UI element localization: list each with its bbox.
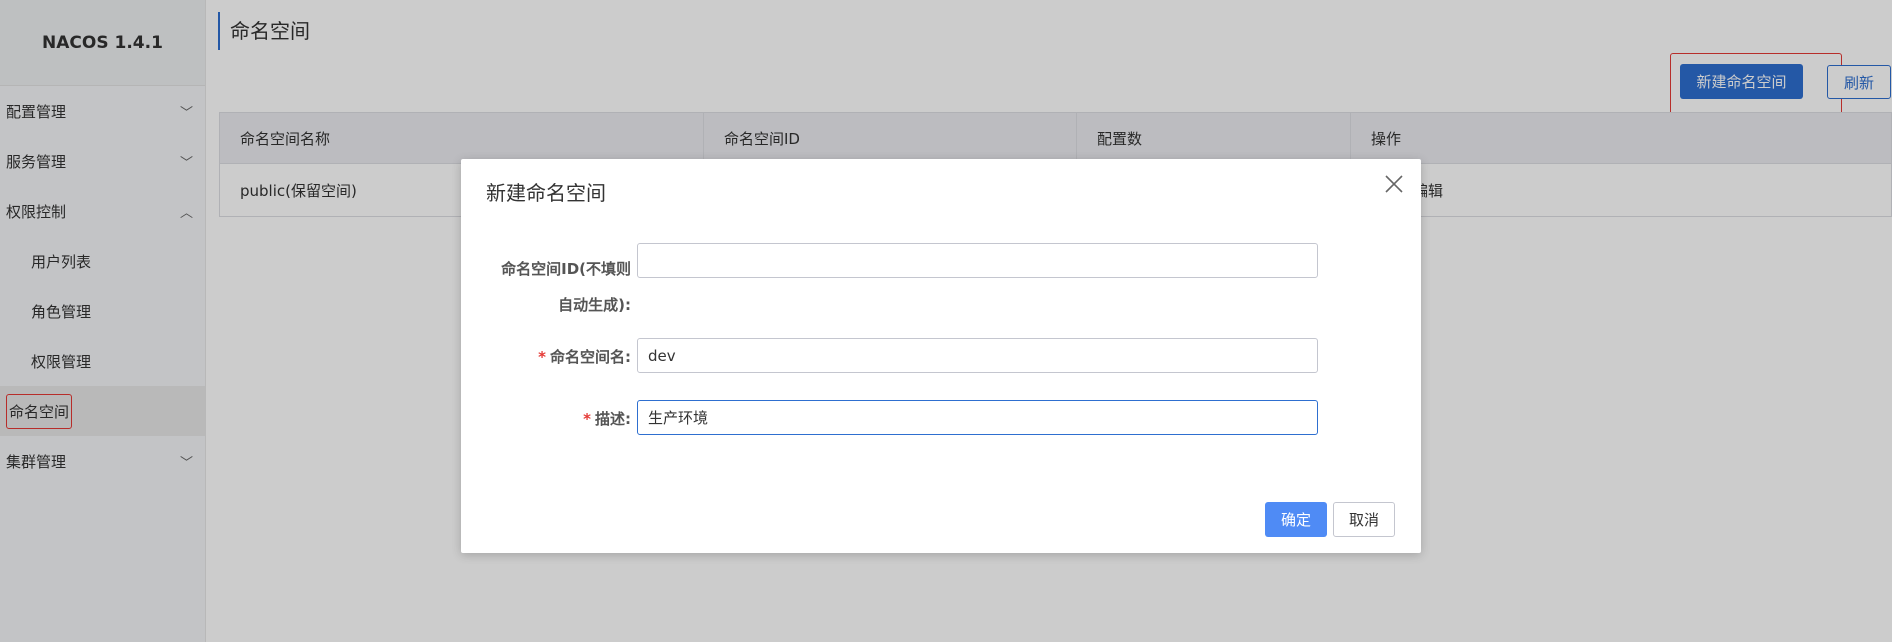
required-mark: * xyxy=(538,348,546,366)
namespace-name-label: * 命名空间名: xyxy=(481,346,631,367)
label-line: 自动生成): xyxy=(558,296,631,314)
new-namespace-dialog: 新建命名空间 命名空间ID(不填则 自动生成): *命名空间名: *描述: 确定… xyxy=(461,159,1421,553)
label-text: 描述: xyxy=(595,410,631,428)
label-text: 命名空间名: xyxy=(550,348,631,366)
namespace-name-input[interactable] xyxy=(637,338,1318,373)
cancel-button[interactable]: 取消 xyxy=(1333,502,1395,537)
namespace-id-label: 命名空间ID(不填则 自动生成): xyxy=(481,251,631,323)
description-input[interactable] xyxy=(637,400,1318,435)
required-mark: * xyxy=(583,410,591,428)
close-icon[interactable] xyxy=(1383,173,1405,195)
namespace-id-input[interactable] xyxy=(637,243,1318,278)
confirm-button[interactable]: 确定 xyxy=(1265,502,1327,537)
dialog-title: 新建命名空间 xyxy=(486,181,606,205)
label-line: 命名空间ID(不填则 xyxy=(501,260,631,278)
description-label: * 描述: xyxy=(481,408,631,429)
